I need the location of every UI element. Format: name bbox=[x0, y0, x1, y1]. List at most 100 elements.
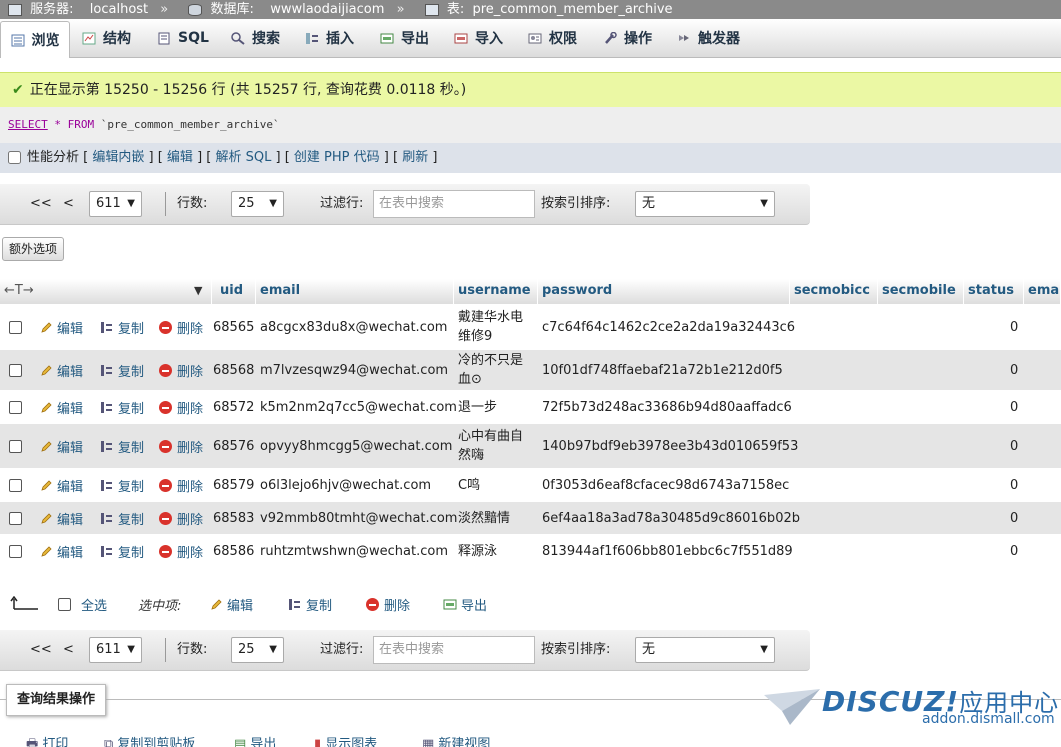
row-checkbox-cell[interactable] bbox=[9, 390, 22, 424]
filter-input[interactable]: 在表中搜索 bbox=[373, 636, 535, 664]
cell-uid[interactable]: 68579 bbox=[213, 468, 254, 502]
page-select[interactable]: 611 ▼ bbox=[89, 191, 142, 217]
row-checkbox[interactable] bbox=[9, 400, 22, 414]
row-delete-button[interactable]: 删除 bbox=[159, 350, 203, 390]
table-row[interactable]: 编辑 复制 删除 68583 v92mmb80tmht@wechat.com 淡然黯情 6e… bbox=[0, 502, 1061, 534]
cell-uid[interactable]: 68572 bbox=[213, 390, 254, 424]
row-edit-button[interactable]: 编辑 bbox=[40, 390, 83, 424]
row-checkbox-cell[interactable] bbox=[9, 304, 22, 350]
rows-select[interactable]: 25 ▼ bbox=[231, 191, 284, 217]
cell-status[interactable]: 0 bbox=[1010, 390, 1018, 424]
cell-status[interactable]: 0 bbox=[1010, 468, 1018, 502]
edit-link[interactable]: 编辑 bbox=[167, 150, 193, 165]
row-copy-button[interactable]: 复制 bbox=[100, 502, 144, 534]
prev-page-button[interactable]: < bbox=[63, 192, 74, 216]
row-edit-button[interactable]: 编辑 bbox=[40, 350, 83, 390]
table-row[interactable]: 编辑 复制 删除 68568 m7lvzesqwz94@wechat.com 冷的不只是血… bbox=[0, 350, 1061, 390]
row-delete-button[interactable]: 删除 bbox=[159, 424, 203, 468]
server-link[interactable]: localhost bbox=[90, 0, 148, 19]
create-view-link[interactable]: ▦ 新建视图 bbox=[422, 733, 490, 747]
column-header-status[interactable]: status bbox=[964, 279, 1024, 304]
first-page-button[interactable]: << bbox=[30, 638, 52, 662]
cell-status[interactable]: 0 bbox=[1010, 424, 1018, 468]
row-delete-button[interactable]: 删除 bbox=[159, 304, 203, 350]
row-checkbox-cell[interactable] bbox=[9, 350, 22, 390]
cell-password[interactable]: c7c64f64c1462c2ce2a2da19a32443c6 bbox=[542, 304, 795, 350]
cell-uid[interactable]: 68565 bbox=[213, 304, 254, 350]
tab-export[interactable]: 导出 bbox=[380, 21, 429, 55]
cell-username[interactable]: 心中有曲自然嗨 bbox=[458, 424, 530, 468]
tab-insert[interactable]: 插入 bbox=[305, 21, 354, 55]
row-delete-button[interactable]: 删除 bbox=[159, 390, 203, 424]
filter-input[interactable]: 在表中搜索 bbox=[373, 190, 535, 218]
prev-page-button[interactable]: < bbox=[63, 638, 74, 662]
db-link[interactable]: wwwlaodaijiacom bbox=[270, 0, 384, 19]
row-copy-button[interactable]: 复制 bbox=[100, 390, 144, 424]
row-copy-button[interactable]: 复制 bbox=[100, 304, 144, 350]
column-resize-arrows[interactable]: ←T→ ▼ bbox=[0, 279, 212, 304]
select-all-checkbox[interactable] bbox=[58, 597, 71, 611]
row-checkbox[interactable] bbox=[9, 544, 22, 558]
tab-triggers[interactable]: 触发器 bbox=[677, 21, 740, 55]
row-edit-button[interactable]: 编辑 bbox=[40, 304, 83, 350]
bulk-export-button[interactable]: 导出 bbox=[443, 588, 487, 620]
column-header-secmobicc[interactable]: secmobicc bbox=[790, 279, 878, 304]
rows-select[interactable]: 25 ▼ bbox=[231, 637, 284, 663]
cell-email[interactable]: v92mmb80tmht@wechat.com bbox=[260, 502, 457, 534]
cell-username[interactable]: 戴建华水电维修9 bbox=[458, 304, 530, 350]
row-edit-button[interactable]: 编辑 bbox=[40, 534, 83, 568]
tab-structure[interactable]: 结构 bbox=[82, 21, 131, 55]
bulk-delete-button[interactable]: 删除 bbox=[366, 588, 410, 620]
column-header-password[interactable]: password bbox=[538, 279, 790, 304]
tab-import[interactable]: 导入 bbox=[454, 21, 503, 55]
column-header-uid[interactable]: uid bbox=[216, 279, 256, 304]
cell-status[interactable]: 0 bbox=[1010, 350, 1018, 390]
row-checkbox-cell[interactable] bbox=[9, 502, 22, 534]
cell-status[interactable]: 0 bbox=[1010, 534, 1018, 568]
row-edit-button[interactable]: 编辑 bbox=[40, 468, 83, 502]
cell-email[interactable]: m7lvzesqwz94@wechat.com bbox=[260, 350, 448, 390]
table-row[interactable]: 编辑 复制 删除 68572 k5m2nm2q7cc5@wechat.com 退一步 72f… bbox=[0, 390, 1061, 424]
tab-operations[interactable]: 操作 bbox=[603, 21, 652, 55]
row-checkbox-cell[interactable] bbox=[9, 424, 22, 468]
cell-username[interactable]: 退一步 bbox=[458, 390, 530, 424]
cell-password[interactable]: 10f01df748ffaebaf21a72b1e212d0f5 bbox=[542, 350, 783, 390]
cell-username[interactable]: 释源泳 bbox=[458, 534, 530, 568]
cell-email[interactable]: opvyy8hmcgg5@wechat.com bbox=[260, 424, 452, 468]
bulk-copy-button[interactable]: 复制 bbox=[288, 588, 332, 620]
cell-email[interactable]: k5m2nm2q7cc5@wechat.com bbox=[260, 390, 457, 424]
row-copy-button[interactable]: 复制 bbox=[100, 534, 144, 568]
cell-uid[interactable]: 68586 bbox=[213, 534, 254, 568]
select-all[interactable]: 全选 bbox=[58, 588, 107, 620]
cell-status[interactable]: 0 bbox=[1010, 502, 1018, 534]
table-row[interactable]: 编辑 复制 删除 68579 o6l3lejo6hjv@wechat.com C鸣 0f30… bbox=[0, 468, 1061, 502]
table-row[interactable]: 编辑 复制 删除 68565 a8cgcx83du8x@wechat.com 戴建华水电维… bbox=[0, 304, 1061, 350]
row-delete-button[interactable]: 删除 bbox=[159, 502, 203, 534]
column-header-email[interactable]: email bbox=[256, 279, 454, 304]
cell-password[interactable]: 6ef4aa18a3ad78a30485d9c86016b02b bbox=[542, 502, 800, 534]
table-link[interactable]: pre_common_member_archive bbox=[472, 0, 672, 19]
explain-sql-link[interactable]: 解析 SQL bbox=[215, 150, 271, 165]
sql-select-keyword[interactable]: SELECT bbox=[8, 118, 48, 131]
cell-uid[interactable]: 68583 bbox=[213, 502, 254, 534]
create-php-link[interactable]: 创建 PHP 代码 bbox=[294, 150, 380, 165]
cell-status[interactable]: 0 bbox=[1010, 304, 1018, 350]
row-checkbox[interactable] bbox=[9, 511, 22, 525]
cell-username[interactable]: 淡然黯情 bbox=[458, 502, 530, 534]
cell-email[interactable]: a8cgcx83du8x@wechat.com bbox=[260, 304, 447, 350]
row-edit-button[interactable]: 编辑 bbox=[40, 424, 83, 468]
cell-username[interactable]: C鸣 bbox=[458, 468, 530, 502]
cell-username[interactable]: 冷的不只是血⊙ bbox=[458, 350, 530, 390]
cell-email[interactable]: ruhtzmtwshwn@wechat.com bbox=[260, 534, 448, 568]
column-header-email-status[interactable]: emai bbox=[1024, 279, 1061, 304]
row-checkbox[interactable] bbox=[9, 478, 22, 492]
sort-select[interactable]: 无 ▼ bbox=[635, 637, 775, 663]
row-checkbox-cell[interactable] bbox=[9, 468, 22, 502]
sort-select[interactable]: 无 ▼ bbox=[635, 191, 775, 217]
row-delete-button[interactable]: 删除 bbox=[159, 534, 203, 568]
bulk-edit-button[interactable]: 编辑 bbox=[210, 588, 253, 620]
profiling-checkbox[interactable] bbox=[8, 151, 21, 164]
row-checkbox[interactable] bbox=[9, 320, 22, 334]
cell-password[interactable]: 140b97bdf9eb3978ee3b43d010659f53 bbox=[542, 424, 798, 468]
cell-email[interactable]: o6l3lejo6hjv@wechat.com bbox=[260, 468, 431, 502]
